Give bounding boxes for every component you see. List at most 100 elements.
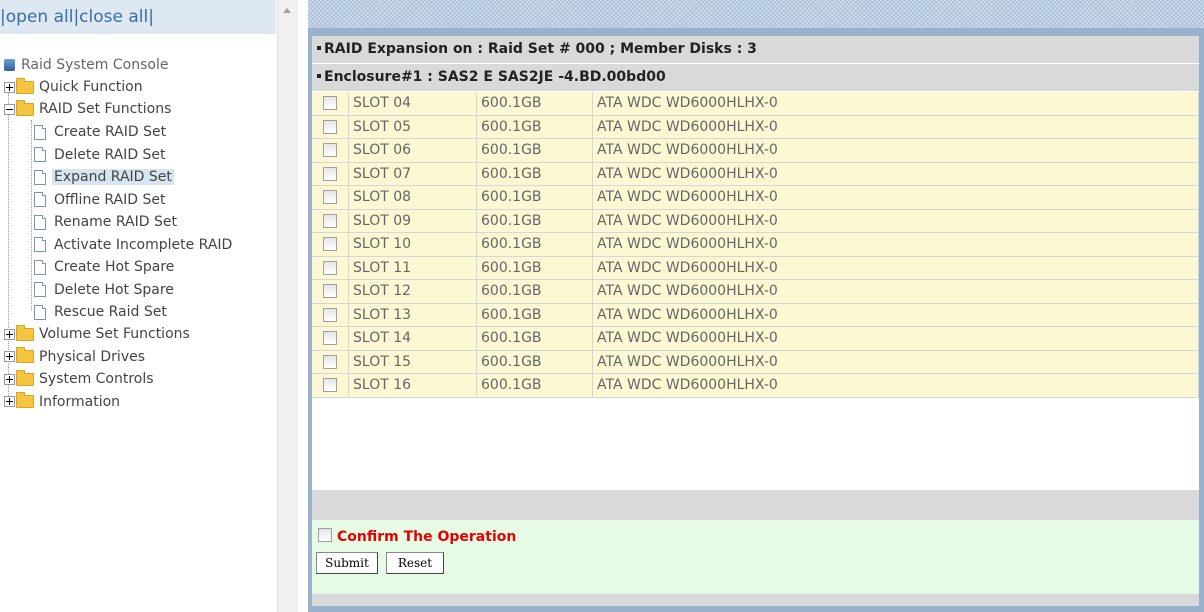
tree-item-information[interactable]: Information bbox=[4, 391, 122, 413]
disk-select-cell bbox=[312, 138, 349, 163]
tree-item-label: Rescue Raid Set bbox=[54, 304, 167, 320]
disk-model: ATA WDC WD6000HLHX-0 bbox=[592, 115, 1199, 139]
disk-row: SLOT 07 600.1GB ATA WDC WD6000HLHX-0 bbox=[312, 162, 1199, 186]
tree-item-label: Information bbox=[39, 393, 121, 410]
table-footer-bar bbox=[312, 490, 1199, 520]
disk-slot: SLOT 15 bbox=[348, 350, 477, 374]
tree-item-offline-raid-set[interactable]: Offline RAID Set bbox=[34, 189, 167, 211]
confirm-section: Confirm The Operation Submit Reset bbox=[312, 520, 1199, 594]
tree-item-label: System Controls bbox=[39, 371, 154, 387]
disk-select-checkbox[interactable] bbox=[323, 143, 337, 158]
disk-size: 600.1GB bbox=[476, 92, 593, 116]
disk-select-checkbox[interactable] bbox=[323, 166, 337, 181]
console-icon bbox=[4, 59, 15, 71]
collapse-icon[interactable] bbox=[4, 103, 15, 115]
tree-item-delete-raid-set[interactable]: Delete RAID Set bbox=[34, 144, 168, 166]
tree-item-activate-incomplete-raid[interactable]: Activate Incomplete RAID bbox=[34, 234, 234, 256]
disk-select-checkbox[interactable] bbox=[323, 237, 337, 252]
disk-select-cell bbox=[312, 303, 349, 327]
disk-model: ATA WDC WD6000HLHX-0 bbox=[592, 232, 1199, 257]
tree-item-label: Create Hot Spare bbox=[54, 259, 175, 275]
tree-item-raid-set-functions[interactable]: RAID Set Functions bbox=[4, 98, 173, 120]
disk-row: SLOT 13 600.1GB ATA WDC WD6000HLHX-0 bbox=[312, 303, 1199, 327]
disk-slot: SLOT 11 bbox=[348, 256, 477, 280]
disk-select-checkbox[interactable] bbox=[323, 96, 337, 111]
navigation-frame: |open all|close all| Raid System Console… bbox=[0, 0, 276, 612]
disk-model: ATA WDC WD6000HLHX-0 bbox=[592, 92, 1199, 116]
disk-size: 600.1GB bbox=[476, 279, 593, 304]
tree-item-label: Create RAID Set bbox=[54, 124, 167, 140]
confirm-checkbox[interactable] bbox=[318, 528, 332, 542]
folder-open-icon bbox=[16, 99, 34, 116]
folder-icon bbox=[16, 77, 34, 94]
tree-item-rename-raid-set[interactable]: Rename RAID Set bbox=[34, 211, 179, 233]
disk-model: ATA WDC WD6000HLHX-0 bbox=[592, 138, 1199, 163]
disk-table: SLOT 04 600.1GB ATA WDC WD6000HLHX-0 SLOT 0… bbox=[312, 92, 1199, 398]
disk-select-cell bbox=[312, 326, 349, 351]
vertical-scrollbar[interactable] bbox=[277, 0, 298, 612]
disk-model: ATA WDC WD6000HLHX-0 bbox=[592, 303, 1199, 327]
disk-select-cell bbox=[312, 256, 349, 280]
disk-model: ATA WDC WD6000HLHX-0 bbox=[592, 373, 1199, 398]
disk-size: 600.1GB bbox=[476, 373, 593, 398]
disk-model: ATA WDC WD6000HLHX-0 bbox=[592, 209, 1199, 233]
tree-item-create-raid-set[interactable]: Create RAID Set bbox=[34, 121, 168, 143]
tree-item-rescue-raid-set[interactable]: Rescue Raid Set bbox=[34, 301, 169, 323]
expand-icon[interactable] bbox=[4, 396, 15, 407]
disk-select-checkbox[interactable] bbox=[323, 307, 337, 322]
disk-select-checkbox[interactable] bbox=[323, 354, 337, 369]
tree-item-label: Quick Function bbox=[39, 79, 143, 95]
tree-item-label: Activate Incomplete RAID bbox=[54, 236, 233, 253]
expand-icon[interactable] bbox=[4, 81, 15, 93]
tree-item-label: Physical Drives bbox=[39, 348, 146, 365]
disk-slot: SLOT 12 bbox=[348, 279, 477, 304]
page-icon bbox=[34, 304, 46, 320]
disk-slot: SLOT 06 bbox=[348, 138, 477, 163]
disk-select-checkbox[interactable] bbox=[323, 378, 337, 393]
tree-item-delete-hot-spare[interactable]: Delete Hot Spare bbox=[34, 279, 176, 301]
disk-size: 600.1GB bbox=[476, 350, 593, 374]
disk-slot: SLOT 09 bbox=[348, 209, 477, 233]
enclosure-title: Enclosure#1 : SAS2 E SAS2JE -4.BD.00bd00 bbox=[324, 69, 666, 85]
disk-row: SLOT 06 600.1GB ATA WDC WD6000HLHX-0 bbox=[312, 138, 1199, 163]
tree-item-quick-function[interactable]: Quick Function bbox=[4, 76, 145, 98]
tree-root-label: Raid System Console bbox=[21, 57, 169, 73]
disk-size: 600.1GB bbox=[476, 256, 593, 280]
folder-icon bbox=[16, 369, 34, 386]
disk-model: ATA WDC WD6000HLHX-0 bbox=[592, 185, 1199, 210]
disk-slot: SLOT 16 bbox=[348, 373, 477, 398]
scroll-up-arrow-icon[interactable] bbox=[283, 8, 291, 13]
disk-select-checkbox[interactable] bbox=[323, 119, 337, 134]
disk-row: SLOT 08 600.1GB ATA WDC WD6000HLHX-0 bbox=[312, 185, 1199, 210]
tree-item-volume-set-functions[interactable]: Volume Set Functions bbox=[4, 323, 192, 345]
disk-row: SLOT 14 600.1GB ATA WDC WD6000HLHX-0 bbox=[312, 326, 1199, 351]
tree-item-expand-raid-set[interactable]: Expand RAID Set bbox=[34, 166, 174, 188]
disk-select-cell bbox=[312, 115, 349, 139]
expand-icon[interactable] bbox=[4, 373, 15, 385]
raid-expansion-title: RAID Expansion on : Raid Set # 000 ; Mem… bbox=[324, 41, 757, 57]
expand-icon[interactable] bbox=[4, 351, 15, 362]
disk-select-checkbox[interactable] bbox=[323, 284, 337, 299]
disk-size: 600.1GB bbox=[476, 326, 593, 351]
tree-root[interactable]: Raid System Console bbox=[4, 54, 170, 76]
reset-button[interactable]: Reset bbox=[386, 552, 444, 574]
tree-item-label: Delete RAID Set bbox=[54, 146, 166, 163]
tree-item-physical-drives[interactable]: Physical Drives bbox=[4, 346, 147, 368]
disk-select-checkbox[interactable] bbox=[323, 260, 337, 275]
close-all-link[interactable]: close all bbox=[79, 7, 148, 27]
disk-size: 600.1GB bbox=[476, 162, 593, 186]
disk-row: SLOT 12 600.1GB ATA WDC WD6000HLHX-0 bbox=[312, 279, 1199, 304]
page-icon bbox=[34, 237, 46, 252]
bottom-bar bbox=[312, 594, 1199, 606]
tree-item-system-controls[interactable]: System Controls bbox=[4, 368, 156, 390]
submit-button[interactable]: Submit bbox=[316, 552, 378, 574]
disk-select-checkbox[interactable] bbox=[323, 213, 337, 228]
disk-size: 600.1GB bbox=[476, 209, 593, 233]
open-all-link[interactable]: open all bbox=[6, 7, 74, 27]
disk-select-checkbox[interactable] bbox=[323, 190, 337, 205]
bullet-icon bbox=[317, 74, 321, 78]
expand-icon[interactable] bbox=[4, 328, 15, 340]
tree-item-create-hot-spare[interactable]: Create Hot Spare bbox=[34, 256, 176, 278]
disk-select-checkbox[interactable] bbox=[323, 331, 337, 346]
page-icon bbox=[34, 169, 46, 185]
